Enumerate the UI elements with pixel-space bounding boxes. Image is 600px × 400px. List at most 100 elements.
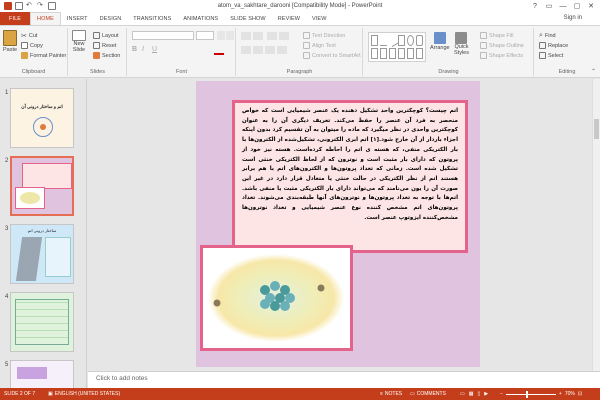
- bold-button[interactable]: B: [132, 46, 140, 55]
- cut-button[interactable]: ✂ Cut: [21, 32, 37, 40]
- zoom-level[interactable]: 70%: [565, 391, 575, 397]
- tab-insert[interactable]: INSERT: [61, 12, 94, 25]
- copy-button[interactable]: Copy: [21, 42, 43, 49]
- slide-sorter-view-icon[interactable]: ▦: [469, 391, 474, 397]
- oval-shape-icon[interactable]: [407, 35, 414, 46]
- slide-canvas[interactable]: اتم چیست؟ کوچکترین واحد تشکیل دهنده یک ع…: [196, 81, 480, 367]
- tab-transitions[interactable]: TRANSITIONS: [127, 12, 177, 25]
- bullets-button[interactable]: [241, 32, 251, 40]
- star-shape-icon[interactable]: [398, 48, 405, 59]
- slideshow-view-icon[interactable]: ▶: [484, 391, 488, 397]
- text-direction-button[interactable]: Text Direction: [303, 32, 345, 39]
- language-indicator[interactable]: ▣ ENGLISH (UNITED STATES): [48, 391, 120, 397]
- quick-styles-button[interactable]: Quick Styles: [454, 32, 469, 56]
- justify-button[interactable]: [277, 46, 287, 54]
- shrink-font-button[interactable]: [226, 31, 234, 40]
- close-button[interactable]: ✕: [584, 0, 598, 12]
- brace-shape-icon[interactable]: [407, 48, 414, 59]
- tab-view[interactable]: VIEW: [306, 12, 332, 25]
- fit-slide-icon[interactable]: ⊡: [578, 391, 582, 397]
- normal-view-icon[interactable]: ▭: [460, 391, 465, 397]
- arrow-shape-icon[interactable]: [389, 48, 396, 59]
- zoom-slider[interactable]: [505, 390, 556, 398]
- grow-font-button[interactable]: [217, 31, 225, 40]
- reset-button[interactable]: Reset: [93, 42, 116, 49]
- shape-fill-button[interactable]: Shape Fill: [480, 32, 513, 39]
- tab-slide-show[interactable]: SLIDE SHOW: [224, 12, 272, 25]
- convert-smartart-button[interactable]: Convert to SmartArt: [303, 52, 361, 59]
- slide-text-box[interactable]: اتم چیست؟ کوچکترین واحد تشکیل دهنده یک ع…: [232, 100, 468, 253]
- shape-effects-label: Shape Effects: [489, 52, 524, 59]
- smartart-icon: [303, 52, 310, 59]
- shape-outline-button[interactable]: Shape Outline: [480, 42, 524, 49]
- font-size-dropdown[interactable]: [196, 31, 214, 40]
- comments-toggle-button[interactable]: ▭ COMMENTS: [410, 391, 446, 397]
- paste-button[interactable]: Paste: [3, 30, 17, 53]
- slide-thumbnail-2[interactable]: [10, 156, 74, 216]
- arrange-button[interactable]: Arrange: [430, 32, 450, 51]
- slide-thumbnail-1[interactable]: اتم و ساختار درونی آن: [10, 88, 74, 148]
- triangle-shape-icon[interactable]: [371, 48, 378, 59]
- increase-indent-button[interactable]: [279, 32, 289, 40]
- layout-button[interactable]: Layout: [93, 32, 119, 39]
- font-color-button[interactable]: [214, 46, 224, 55]
- atom-illustration: [208, 254, 344, 342]
- thumbnail-title: اتم و ساختار درونی آن: [21, 104, 63, 109]
- select-button[interactable]: Select: [539, 52, 563, 59]
- zoom-out-button[interactable]: −: [500, 391, 503, 397]
- more-shapes-icon[interactable]: [416, 48, 423, 59]
- line-shape-icon[interactable]: [386, 33, 399, 48]
- atom-image-frame[interactable]: [200, 245, 353, 351]
- align-text-button[interactable]: Align Text: [303, 42, 336, 49]
- rounded-rectangle-shape-icon[interactable]: [416, 35, 423, 46]
- notes-pane[interactable]: Click to add notes: [88, 371, 600, 388]
- reading-view-icon[interactable]: ▯: [477, 391, 480, 397]
- comments-button-label: COMMENTS: [416, 391, 446, 397]
- shapes-gallery[interactable]: [368, 32, 426, 62]
- maximize-button[interactable]: ▢: [570, 0, 584, 12]
- tab-file[interactable]: FILE: [0, 12, 31, 25]
- font-name-dropdown[interactable]: [132, 31, 194, 40]
- help-button[interactable]: ?: [528, 0, 542, 12]
- scissors-icon: ✂: [21, 33, 27, 40]
- zoom-slider-thumb[interactable]: [525, 390, 528, 398]
- notes-toggle-button[interactable]: ≡ NOTES: [380, 391, 402, 397]
- tab-home[interactable]: HOME: [30, 12, 61, 25]
- textbox-shape-icon[interactable]: [371, 35, 378, 46]
- section-button[interactable]: Section: [93, 52, 120, 59]
- slide-thumbnail-3[interactable]: ساختار درونی اتم: [10, 224, 74, 284]
- align-left-button[interactable]: [241, 46, 251, 54]
- decrease-indent-button[interactable]: [267, 32, 277, 40]
- collapse-ribbon-icon[interactable]: ⌃: [591, 68, 596, 75]
- numbering-button[interactable]: [253, 32, 263, 40]
- tab-design[interactable]: DESIGN: [94, 12, 128, 25]
- underline-button[interactable]: U: [152, 46, 160, 55]
- shape-effects-button[interactable]: Shape Effects: [480, 52, 523, 59]
- sign-in-link[interactable]: Sign in: [564, 15, 582, 21]
- paragraph-group: Text Direction Align Text Convert to Sma…: [237, 28, 363, 76]
- italic-button[interactable]: I: [142, 46, 150, 55]
- arrow-shape-icon[interactable]: [380, 48, 387, 59]
- ribbon-display-button[interactable]: ▭: [542, 0, 556, 12]
- find-label: Find: [544, 33, 556, 39]
- tab-review[interactable]: REVIEW: [272, 12, 306, 25]
- rectangle-shape-icon[interactable]: [398, 35, 405, 46]
- outline-pen-icon: [480, 42, 487, 49]
- vertical-scrollbar[interactable]: [592, 79, 600, 371]
- new-slide-button[interactable]: New Slide: [72, 30, 86, 53]
- slides-group-label: Slides: [90, 69, 105, 75]
- find-button[interactable]: ⌕ Find: [539, 32, 556, 40]
- slide-thumbnail-4[interactable]: [10, 292, 74, 352]
- scrollbar-thumb[interactable]: [594, 119, 599, 139]
- replace-button[interactable]: Replace: [539, 42, 568, 49]
- align-right-button[interactable]: [265, 46, 275, 54]
- slide-thumbnail-5[interactable]: [10, 360, 74, 389]
- notes-icon: ≡: [380, 391, 383, 397]
- tab-animations[interactable]: ANIMATIONS: [177, 12, 224, 25]
- font-group-label: Font: [175, 69, 187, 75]
- center-button[interactable]: [253, 46, 263, 54]
- minimize-button[interactable]: —: [556, 0, 570, 12]
- format-painter-button[interactable]: Format Painter: [21, 52, 66, 59]
- text-direction-label: Text Direction: [312, 32, 346, 39]
- zoom-in-button[interactable]: +: [559, 391, 562, 397]
